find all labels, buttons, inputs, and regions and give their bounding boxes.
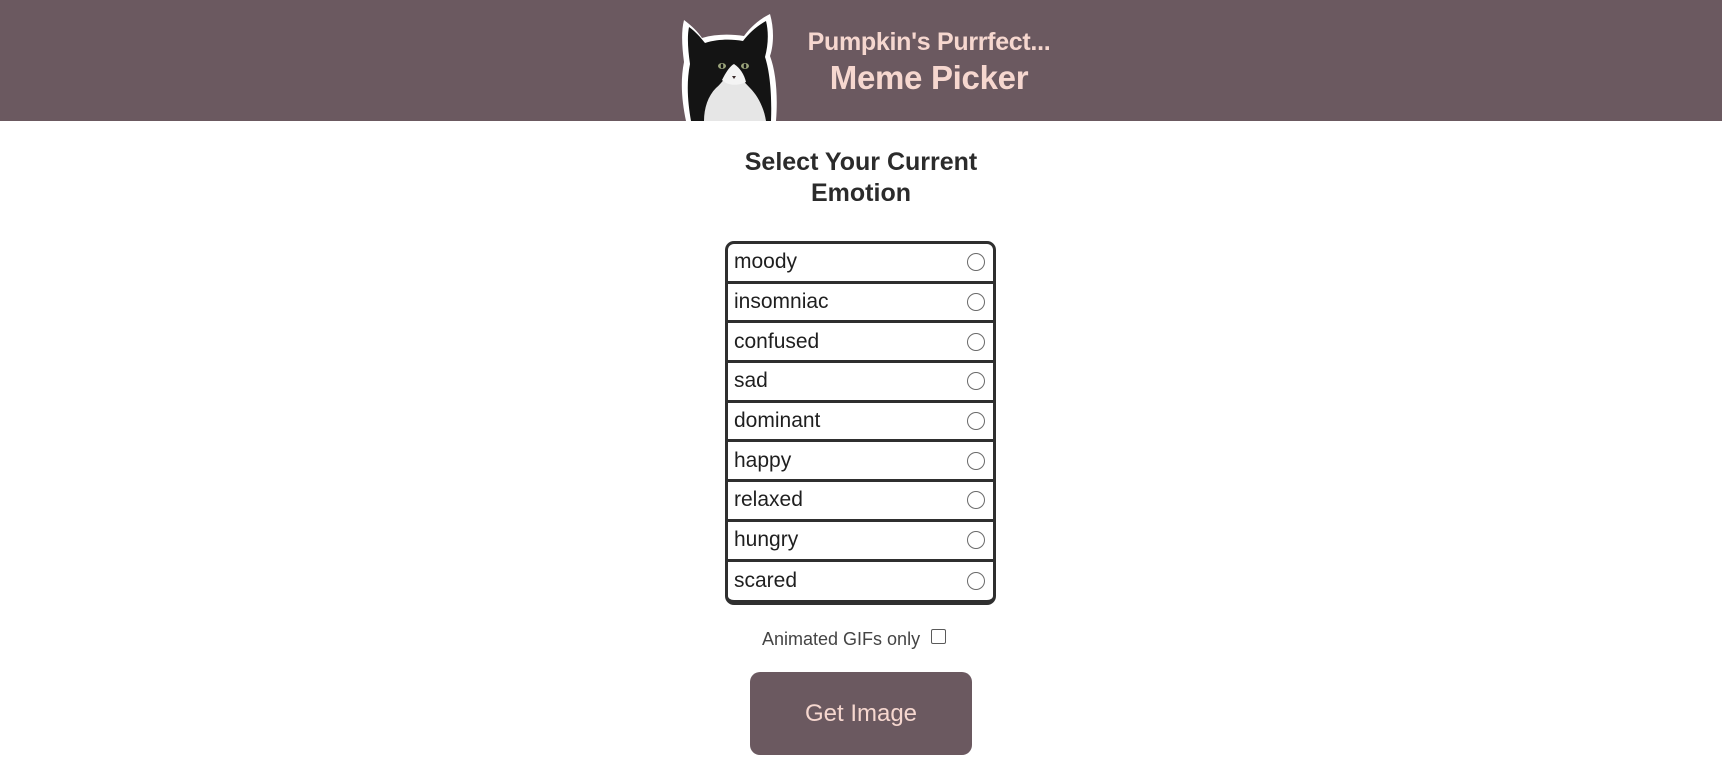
emotion-heading: Select Your Current Emotion (711, 147, 1011, 209)
emotion-option-dominant[interactable]: dominant (728, 403, 993, 443)
emotion-option-sad[interactable]: sad (728, 363, 993, 403)
emotion-radio-button[interactable] (967, 412, 985, 431)
site-title-top: Pumpkin's Purrfect... (807, 28, 1051, 56)
emotion-label: dominant (734, 409, 821, 433)
emotion-label: confused (734, 329, 820, 353)
emotion-label: hungry (734, 528, 799, 552)
get-image-button[interactable]: Get Image (750, 672, 972, 755)
emotion-option-happy[interactable]: happy (728, 442, 993, 483)
emotion-option-relaxed[interactable]: relaxed (728, 482, 993, 522)
gifs-only-label: Animated GIFs only (762, 628, 921, 649)
emotion-label: relaxed (734, 488, 803, 512)
gifs-only-checkbox[interactable] (931, 629, 947, 644)
site-title-main: Meme Picker (829, 59, 1029, 96)
emotion-option-hungry[interactable]: hungry (728, 522, 993, 562)
emotion-label: sad (734, 369, 768, 393)
emotion-radio-button[interactable] (967, 572, 985, 591)
emotion-heading-line1: Select Your Current (744, 148, 978, 176)
emotion-label: moody (734, 250, 798, 274)
emotion-radio-list: moody insomniac confused sad dominant happy re… (725, 241, 996, 605)
emotion-radio-button[interactable] (967, 451, 985, 470)
emotion-option-moody[interactable]: moody (728, 244, 993, 284)
emotion-radio-button[interactable] (967, 253, 985, 272)
emotion-option-confused[interactable]: confused (728, 323, 993, 364)
emotion-label: scared (734, 569, 798, 593)
gifs-only-option[interactable]: Animated GIFs only (762, 627, 962, 651)
emotion-radio-button[interactable] (967, 332, 985, 351)
emotion-option-insomniac[interactable]: insomniac (728, 284, 993, 324)
emotion-option-scared[interactable]: scared (728, 562, 993, 601)
emotion-label: insomniac (734, 290, 829, 314)
emotion-radio-button[interactable] (967, 491, 985, 510)
emotion-radio-button[interactable] (967, 531, 985, 550)
header-banner: Pumpkin's Purrfect... Meme Picker (0, 0, 1722, 121)
emotion-radio-button[interactable] (967, 372, 985, 391)
emotion-heading-line2: Emotion (811, 179, 911, 207)
emotion-radio-button[interactable] (967, 293, 985, 312)
site-title: Pumpkin's Purrfect... Meme Picker (760, 26, 1098, 98)
emotion-label: happy (734, 448, 792, 472)
